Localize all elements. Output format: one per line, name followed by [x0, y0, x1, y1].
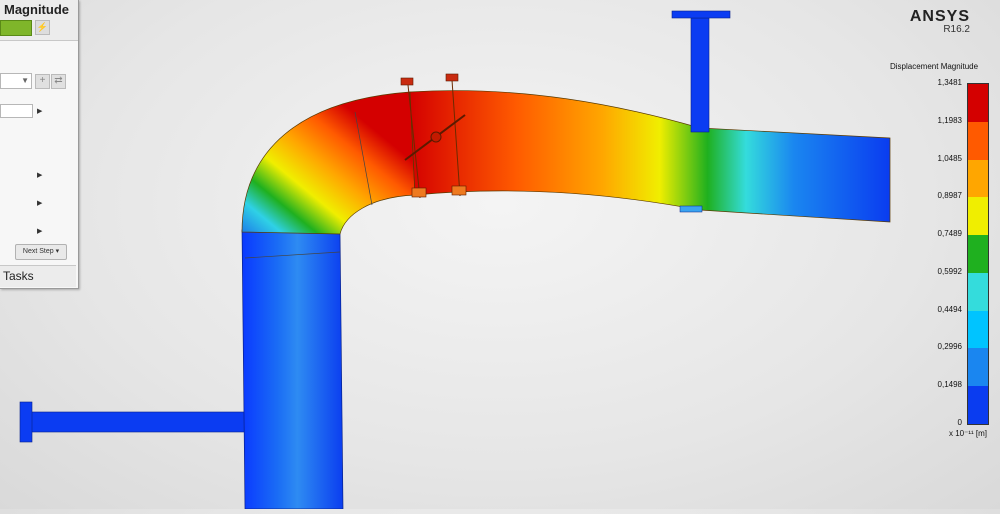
- legend-label: 0,5992: [937, 266, 962, 276]
- value-field[interactable]: [0, 104, 33, 118]
- lightning-icon[interactable]: ⚡: [35, 20, 50, 35]
- swap-button[interactable]: ⇄: [51, 74, 66, 89]
- panel-title: Magnitude: [4, 2, 69, 17]
- legend-label: 1,0485: [937, 153, 962, 163]
- panel-header: Magnitude ⚡: [0, 0, 78, 41]
- legend-label: 0,1498: [937, 380, 962, 390]
- legend-label: 0,4494: [937, 304, 962, 314]
- legend-segment: [968, 159, 988, 198]
- pipe-model[interactable]: [0, 0, 1000, 510]
- expand-arrow-icon[interactable]: ▶: [37, 199, 42, 207]
- legend-segment: [968, 197, 988, 236]
- legend-label: 1,1983: [937, 115, 962, 125]
- legend-segment: [968, 235, 988, 273]
- legend-label: 0: [957, 418, 962, 427]
- chevron-down-icon: ▼: [21, 76, 29, 85]
- color-swatch[interactable]: [0, 20, 32, 36]
- 3d-viewport[interactable]: [0, 0, 1000, 510]
- tasks-bar[interactable]: Tasks: [0, 265, 76, 287]
- next-step-button[interactable]: Next Step ▾: [15, 244, 67, 260]
- legend-color-bar: [967, 83, 989, 425]
- legend-title: Displacement Magnitude: [890, 62, 979, 71]
- legend-unit: x 10⁻¹¹ [m]: [949, 429, 988, 438]
- legend-label: 0,7489: [937, 229, 962, 239]
- legend-segment: [968, 386, 988, 424]
- expand-arrow-icon[interactable]: ▶: [37, 171, 42, 179]
- selection-combo[interactable]: ▼: [0, 73, 32, 89]
- legend-label: 0,8987: [937, 191, 962, 201]
- legend-segment: [968, 272, 988, 311]
- tasks-label: Tasks: [3, 269, 34, 283]
- legend-label: 0,2996: [937, 342, 962, 352]
- expand-arrow-icon[interactable]: ▶: [37, 227, 42, 235]
- legend-segment: [968, 310, 988, 349]
- side-panel: Magnitude ⚡ ▼ + ⇄ ▶ ▶ ▶ ▶ Next Step ▾ Ta…: [0, 0, 79, 289]
- legend-segment: [968, 121, 988, 160]
- brand-logo: ANSYS R16.2: [910, 8, 970, 35]
- expand-arrow-icon[interactable]: ▶: [37, 107, 42, 115]
- add-button[interactable]: +: [35, 74, 50, 89]
- legend-label: 1,3481: [937, 78, 962, 87]
- legend-segment: [968, 84, 988, 122]
- legend-segment: [968, 348, 988, 387]
